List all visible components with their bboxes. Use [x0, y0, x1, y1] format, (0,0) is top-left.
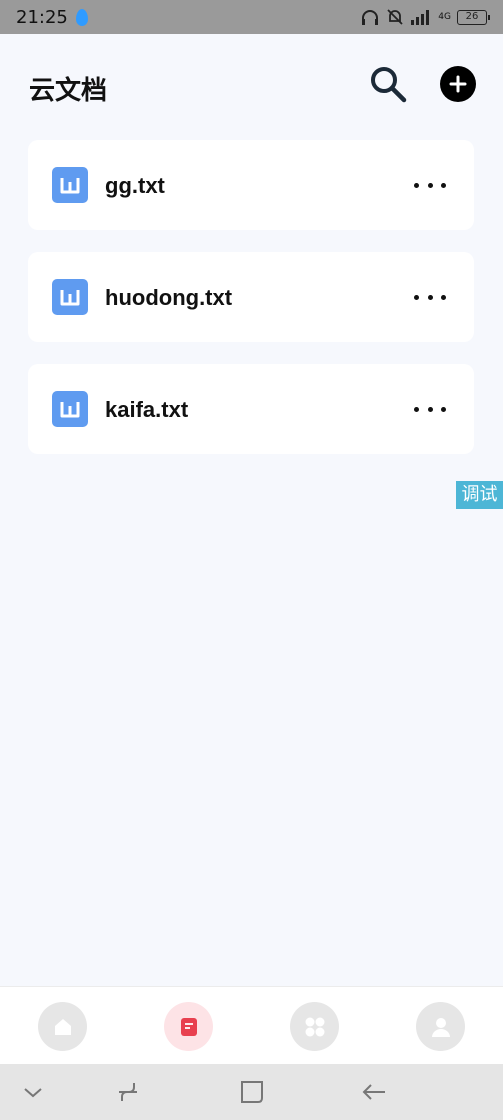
back-arrow-icon: [362, 1084, 385, 1100]
droplet-icon: [75, 8, 88, 26]
battery-icon: 26: [457, 9, 490, 25]
user-icon: [431, 1017, 450, 1037]
header: 云文档: [0, 34, 503, 134]
status-bar: 21:25 4G 26: [0, 0, 503, 34]
more-options-button[interactable]: [414, 400, 446, 418]
status-icons: 4G 26: [360, 8, 490, 26]
network-label: 4G: [438, 11, 451, 22]
tab-documents[interactable]: [164, 1002, 213, 1051]
headphones-icon: [362, 10, 379, 25]
more-options-button[interactable]: [414, 176, 446, 194]
add-document-button[interactable]: [440, 66, 476, 102]
w-doc-icon: [52, 279, 88, 315]
file-item-gg[interactable]: gg.txt: [28, 140, 474, 230]
file-item-kaifa[interactable]: kaifa.txt: [28, 364, 474, 454]
document-icon: [180, 1017, 197, 1036]
search-icon: [371, 67, 407, 103]
status-time: 21:25: [16, 6, 68, 28]
file-list: gg.txt huodong.txt kaifa.txt: [28, 140, 474, 476]
tab-bar: [0, 986, 503, 1064]
nav-home-button[interactable]: [238, 1078, 266, 1106]
tab-home[interactable]: [38, 1002, 87, 1051]
more-options-button[interactable]: [414, 288, 446, 306]
file-name: gg.txt: [105, 173, 165, 198]
nav-hide-button[interactable]: [19, 1078, 47, 1106]
bell-off-icon: [387, 9, 403, 25]
page-title: 云文档: [29, 76, 108, 106]
signal-icon: [411, 10, 430, 25]
w-doc-icon: [52, 391, 88, 427]
recents-icon: [119, 1083, 137, 1101]
file-name: huodong.txt: [105, 285, 233, 310]
home-square-icon: [241, 1081, 263, 1103]
nav-back-button[interactable]: [360, 1078, 388, 1106]
tab-apps[interactable]: [290, 1002, 339, 1051]
apps-icon: [305, 1017, 324, 1036]
file-name: kaifa.txt: [105, 397, 189, 422]
chevron-down-icon: [24, 1088, 42, 1098]
w-doc-icon: [52, 167, 88, 203]
search-button[interactable]: [368, 64, 408, 104]
plus-icon: [449, 75, 467, 93]
file-item-huodong[interactable]: huodong.txt: [28, 252, 474, 342]
system-nav-bar: [0, 1064, 503, 1120]
nav-recents-button[interactable]: [114, 1078, 142, 1106]
tab-profile[interactable]: [416, 1002, 465, 1051]
debug-button[interactable]: 调试: [456, 481, 503, 509]
home-icon: [54, 1018, 71, 1035]
